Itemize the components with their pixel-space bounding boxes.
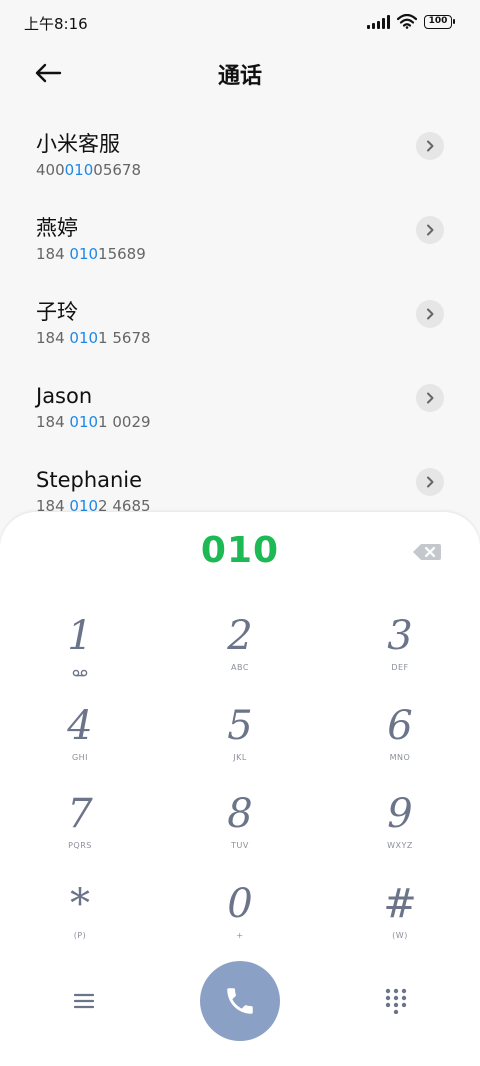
contact-number: 184 0101 0029 — [36, 413, 151, 431]
contact-detail-button[interactable] — [416, 468, 444, 496]
chevron-right-icon — [427, 140, 434, 152]
dialpad-panel: 010 1 2 ABC 3 DEF 4 GHI 5 JKL 6 MNO 7 PQ… — [0, 512, 480, 1066]
menu-icon — [73, 993, 95, 1009]
key-digit: # — [383, 881, 417, 927]
key-letters: (W) — [392, 931, 408, 940]
key-letters: PQRS — [68, 841, 92, 850]
contact-detail-button[interactable] — [416, 384, 444, 412]
key-5[interactable]: 5 JKL — [180, 700, 300, 780]
key-letters: JKL — [233, 753, 247, 762]
key-0[interactable]: 0 + — [180, 878, 300, 958]
contact-detail-button[interactable] — [416, 216, 444, 244]
key-digit: 9 — [387, 791, 413, 837]
voicemail-icon — [72, 669, 88, 677]
page-title: 通话 — [217, 64, 262, 89]
key-letters: GHI — [71, 753, 89, 762]
key-star[interactable]: * (P) — [20, 878, 140, 958]
key-4[interactable]: 4 GHI — [20, 700, 140, 780]
backspace-icon — [413, 544, 441, 560]
key-letters: TUV — [231, 841, 249, 850]
call-button[interactable] — [200, 961, 280, 1041]
key-digit: 3 — [387, 613, 413, 659]
contact-name: 燕婷 — [36, 216, 78, 240]
contact-row[interactable]: Jason 184 0101 0029 — [0, 377, 480, 461]
contact-row[interactable]: 小米客服 40001005678 — [0, 125, 480, 209]
key-letters: MNO — [389, 753, 411, 762]
key-2[interactable]: 2 ABC — [180, 610, 300, 690]
status-time: 上午8:16 — [24, 15, 88, 33]
key-digit: 8 — [227, 791, 253, 837]
key-digit: 2 — [227, 613, 253, 659]
contact-name: Jason — [36, 384, 93, 408]
key-digit: 0 — [227, 881, 253, 927]
key-digit: 4 — [67, 703, 93, 749]
status-bar: 上午8:16 100 — [0, 0, 480, 44]
key-digit: 5 — [227, 703, 253, 749]
header: 通话 — [0, 44, 480, 104]
battery-icon: 100 — [424, 14, 455, 29]
phone-icon — [227, 988, 253, 1014]
key-9[interactable]: 9 WXYZ — [340, 788, 460, 868]
key-1[interactable]: 1 — [20, 610, 140, 690]
contact-detail-button[interactable] — [416, 132, 444, 160]
chevron-right-icon — [427, 392, 434, 404]
contact-number: 184 01015689 — [36, 245, 146, 263]
contact-number: 184 0101 5678 — [36, 329, 151, 347]
menu-button[interactable] — [64, 985, 104, 1017]
status-icons: 100 — [367, 14, 455, 29]
chevron-right-icon — [427, 224, 434, 236]
keypad-toggle-button[interactable] — [376, 983, 416, 1019]
key-6[interactable]: 6 MNO — [340, 700, 460, 780]
key-digit: 6 — [387, 703, 413, 749]
contact-name: 子玲 — [36, 300, 78, 324]
contact-row[interactable]: 燕婷 184 01015689 — [0, 209, 480, 293]
key-letters: WXYZ — [387, 841, 413, 850]
contact-name: 小米客服 — [36, 132, 120, 156]
contact-list: 小米客服 40001005678 燕婷 184 01015689 子玲 184 … — [0, 125, 480, 545]
dialer-action-bar — [0, 961, 480, 1041]
wifi-icon — [397, 14, 417, 29]
key-8[interactable]: 8 TUV — [180, 788, 300, 868]
key-digit: 7 — [67, 791, 93, 837]
backspace-button[interactable] — [412, 542, 442, 562]
contact-detail-button[interactable] — [416, 300, 444, 328]
key-hash[interactable]: # (W) — [340, 878, 460, 958]
chevron-right-icon — [427, 476, 434, 488]
key-letters: + — [236, 931, 244, 940]
key-3[interactable]: 3 DEF — [340, 610, 460, 690]
key-7[interactable]: 7 PQRS — [20, 788, 140, 868]
chevron-right-icon — [427, 308, 434, 320]
key-letters: (P) — [73, 931, 87, 940]
contact-row[interactable]: 子玲 184 0101 5678 — [0, 293, 480, 377]
key-letters: ABC — [231, 663, 249, 672]
key-letters: DEF — [391, 663, 409, 672]
dial-number-display[interactable]: 010 — [0, 530, 480, 571]
key-digit: * — [70, 881, 90, 927]
dialpad-icon — [385, 988, 407, 1015]
contact-name: Stephanie — [36, 468, 143, 492]
signal-icon — [367, 14, 390, 29]
key-digit: 1 — [67, 613, 93, 659]
contact-number: 40001005678 — [36, 161, 141, 179]
